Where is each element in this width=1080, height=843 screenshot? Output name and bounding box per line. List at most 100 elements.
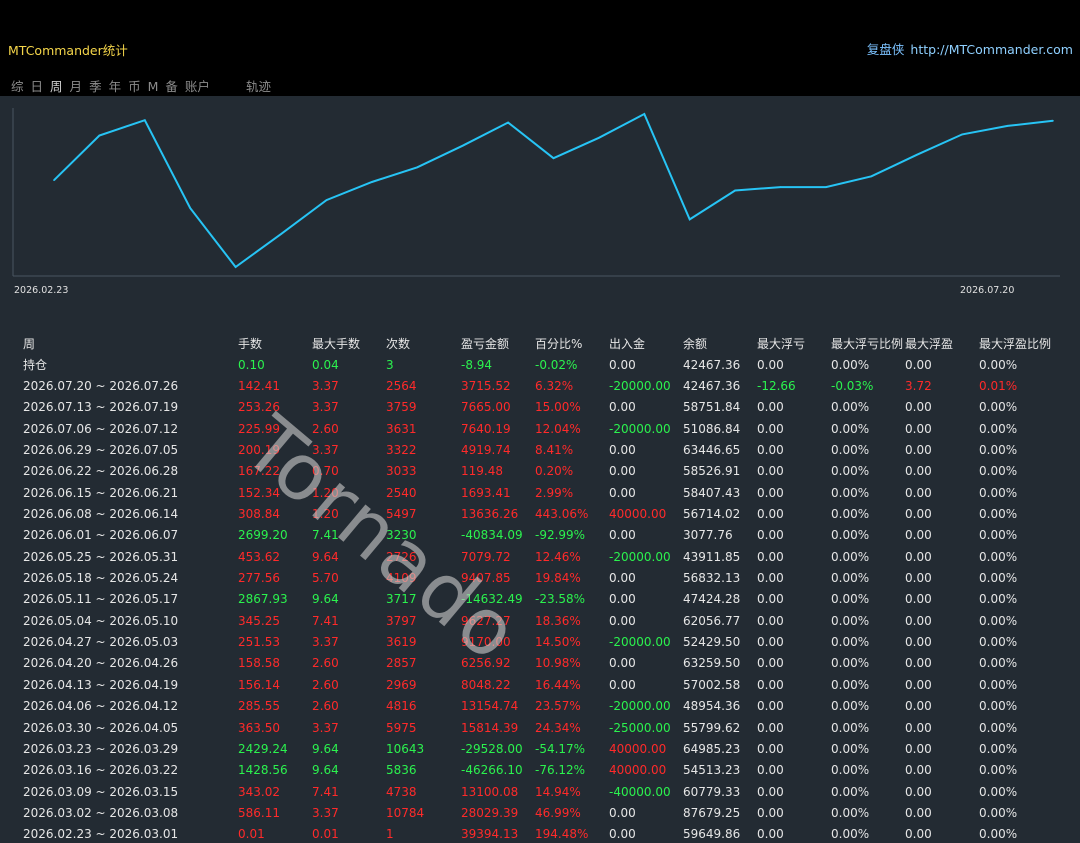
table-cell: 2026.07.13 ~ 2026.07.19: [23, 400, 179, 415]
equity-point-2: [144, 119, 146, 122]
table-cell: 0.00: [905, 507, 932, 522]
equity-chart-svg: 2026.02.23 2026.07.20: [12, 108, 1060, 296]
table-cell: 0.00: [905, 464, 932, 479]
table-cell: 60779.33: [683, 784, 741, 799]
table-row[interactable]: 持仓 0.10 0.04 3 -8.94 -0.02% 0.00 42467.36 0.00 0.…: [23, 354, 1054, 375]
table-cell: 4109: [386, 571, 417, 586]
table-row[interactable]: 2026.03.23 ~ 2026.03.29 2429.24 9.64 10643 -…: [23, 738, 1054, 759]
tab-6[interactable]: 币: [128, 76, 141, 95]
header-link-label[interactable]: 复盘侠: [867, 42, 905, 57]
table-cell: 51086.84: [683, 421, 741, 436]
table-cell: 0.00: [609, 357, 636, 372]
table-cell: -25000.00: [609, 720, 671, 735]
column-header-3[interactable]: 次数: [386, 332, 461, 354]
table-cell: 0.00: [609, 592, 636, 607]
table-row[interactable]: 2026.04.13 ~ 2026.04.19 156.14 2.60 2969 804…: [23, 674, 1054, 695]
tab-bar: 综日周月季年币 M 备账户 轨迹: [11, 76, 278, 95]
table-row[interactable]: 2026.03.09 ~ 2026.03.15 343.02 7.41 4738 131…: [23, 781, 1054, 802]
table-row[interactable]: 2026.06.22 ~ 2026.06.28 167.22 0.70 3033 119…: [23, 461, 1054, 482]
table-row[interactable]: 2026.03.16 ~ 2026.03.22 1428.56 9.64 5836 -4…: [23, 760, 1054, 781]
table-cell: 24.34%: [535, 720, 581, 735]
table-cell: 52429.50: [683, 635, 741, 650]
table-cell: 7640.19: [461, 421, 511, 436]
table-cell: 7079.72: [461, 549, 511, 564]
table-cell: 0.00%: [979, 507, 1018, 522]
table-cell: 0.00%: [831, 571, 870, 586]
table-cell: 142.41: [238, 379, 280, 394]
equity-point-8: [416, 166, 419, 169]
table-row[interactable]: 2026.03.02 ~ 2026.03.08 586.11 3.37 10784 28…: [23, 802, 1054, 823]
table-cell: 0.00: [609, 485, 636, 500]
table-row[interactable]: 2026.04.27 ~ 2026.05.03 251.53 3.37 3619 917…: [23, 631, 1054, 652]
table-cell: 9.64: [312, 741, 339, 756]
table-row[interactable]: 2026.06.01 ~ 2026.06.07 2699.20 7.41 3230 -4…: [23, 525, 1054, 546]
table-row[interactable]: 2026.07.13 ~ 2026.07.19 253.26 3.37 3759 766…: [23, 397, 1054, 418]
table-cell: 0.00%: [979, 464, 1018, 479]
table-cell: 2.60: [312, 656, 339, 671]
table-cell: 1428.56: [238, 763, 288, 778]
table-cell: 0.00: [757, 656, 784, 671]
table-cell: 2026.06.01 ~ 2026.06.07: [23, 528, 179, 543]
column-header-11[interactable]: 最大浮盈比例: [979, 332, 1054, 354]
equity-point-0: [53, 179, 55, 181]
column-header-4[interactable]: 盈亏金额: [461, 332, 535, 354]
equity-point-13: [643, 113, 646, 115]
table-row[interactable]: 2026.02.23 ~ 2026.03.01 0.01 0.01 1 39394.13…: [23, 824, 1054, 843]
column-header-5[interactable]: 百分比%: [535, 332, 609, 354]
column-header-8[interactable]: 最大浮亏: [757, 332, 831, 354]
table-cell: 0.00: [905, 699, 932, 714]
column-header-10[interactable]: 最大浮盈: [905, 332, 979, 354]
table-cell: 13100.08: [461, 784, 519, 799]
table-cell: -40000.00: [609, 784, 671, 799]
table-cell: 2026.06.22 ~ 2026.06.28: [23, 464, 179, 479]
table-row[interactable]: 2026.05.25 ~ 2026.05.31 453.62 9.64 2726 707…: [23, 546, 1054, 567]
table-row[interactable]: 2026.06.29 ~ 2026.07.05 200.19 3.37 3322 491…: [23, 439, 1054, 460]
column-header-0[interactable]: 周: [23, 332, 238, 354]
table-row[interactable]: 2026.06.15 ~ 2026.06.21 152.34 1.20 2540 169…: [23, 482, 1054, 503]
table-row[interactable]: 2026.03.30 ~ 2026.04.05 363.50 3.37 5975 158…: [23, 717, 1054, 738]
table-cell: 0.04: [312, 357, 339, 372]
tab-0[interactable]: 综: [11, 76, 24, 95]
column-header-6[interactable]: 出入金: [609, 332, 683, 354]
table-cell: -0.03%: [831, 379, 874, 394]
table-row[interactable]: 2026.04.06 ~ 2026.04.12 285.55 2.60 4816 131…: [23, 696, 1054, 717]
table-cell: 2867.93: [238, 592, 288, 607]
tab-10[interactable]: 轨迹: [246, 76, 271, 95]
tab-8[interactable]: 备: [165, 76, 178, 95]
tab-3[interactable]: 月: [70, 76, 83, 95]
column-header-1[interactable]: 手数: [238, 332, 312, 354]
header-link-url[interactable]: http://MTCommander.com: [910, 42, 1073, 57]
tab-4[interactable]: 季: [89, 76, 102, 95]
table-cell: 2026.06.08 ~ 2026.06.14: [23, 507, 179, 522]
column-header-9[interactable]: 最大浮亏比例: [831, 332, 905, 354]
table-cell: 277.56: [238, 571, 280, 586]
column-header-2[interactable]: 最大手数: [312, 332, 386, 354]
tab-1[interactable]: 日: [31, 76, 44, 95]
table-row[interactable]: 2026.05.11 ~ 2026.05.17 2867.93 9.64 3717 -1…: [23, 589, 1054, 610]
table-cell: 0.00: [609, 464, 636, 479]
table-cell: 0.00: [757, 635, 784, 650]
equity-point-16: [779, 186, 782, 188]
equity-point-22: [1052, 120, 1054, 122]
table-cell: 63259.50: [683, 656, 741, 671]
tab-7[interactable]: M: [148, 79, 159, 94]
table-cell: 0.00%: [979, 400, 1018, 415]
table-row[interactable]: 2026.04.20 ~ 2026.04.26 158.58 2.60 2857 625…: [23, 653, 1054, 674]
table-row[interactable]: 2026.05.04 ~ 2026.05.10 345.25 7.41 3797 962…: [23, 610, 1054, 631]
header-link[interactable]: 复盘侠 http://MTCommander.com: [867, 39, 1073, 58]
table-cell: 0.00: [905, 805, 932, 820]
app-title: MTCommander统计: [8, 43, 128, 58]
table-row[interactable]: 2026.07.20 ~ 2026.07.26 142.41 3.37 2564 371…: [23, 375, 1054, 396]
tab-5[interactable]: 年: [109, 76, 122, 95]
table-cell: 0.00%: [831, 805, 870, 820]
table-cell: 9627.27: [461, 613, 511, 628]
column-header-7[interactable]: 余额: [683, 332, 757, 354]
top-bar: MTCommander统计 复盘侠 http://MTCommander.com …: [0, 0, 1080, 96]
table-cell: 0.00%: [979, 485, 1018, 500]
table-row[interactable]: 2026.07.06 ~ 2026.07.12 225.99 2.60 3631 764…: [23, 418, 1054, 439]
tab-2[interactable]: 周: [50, 76, 63, 95]
table-row[interactable]: 2026.06.08 ~ 2026.06.14 308.84 1.20 5497 136…: [23, 503, 1054, 524]
table-cell: 2026.07.20 ~ 2026.07.26: [23, 379, 179, 394]
tab-9[interactable]: 账户: [185, 76, 210, 95]
table-row[interactable]: 2026.05.18 ~ 2026.05.24 277.56 5.70 4109 940…: [23, 567, 1054, 588]
